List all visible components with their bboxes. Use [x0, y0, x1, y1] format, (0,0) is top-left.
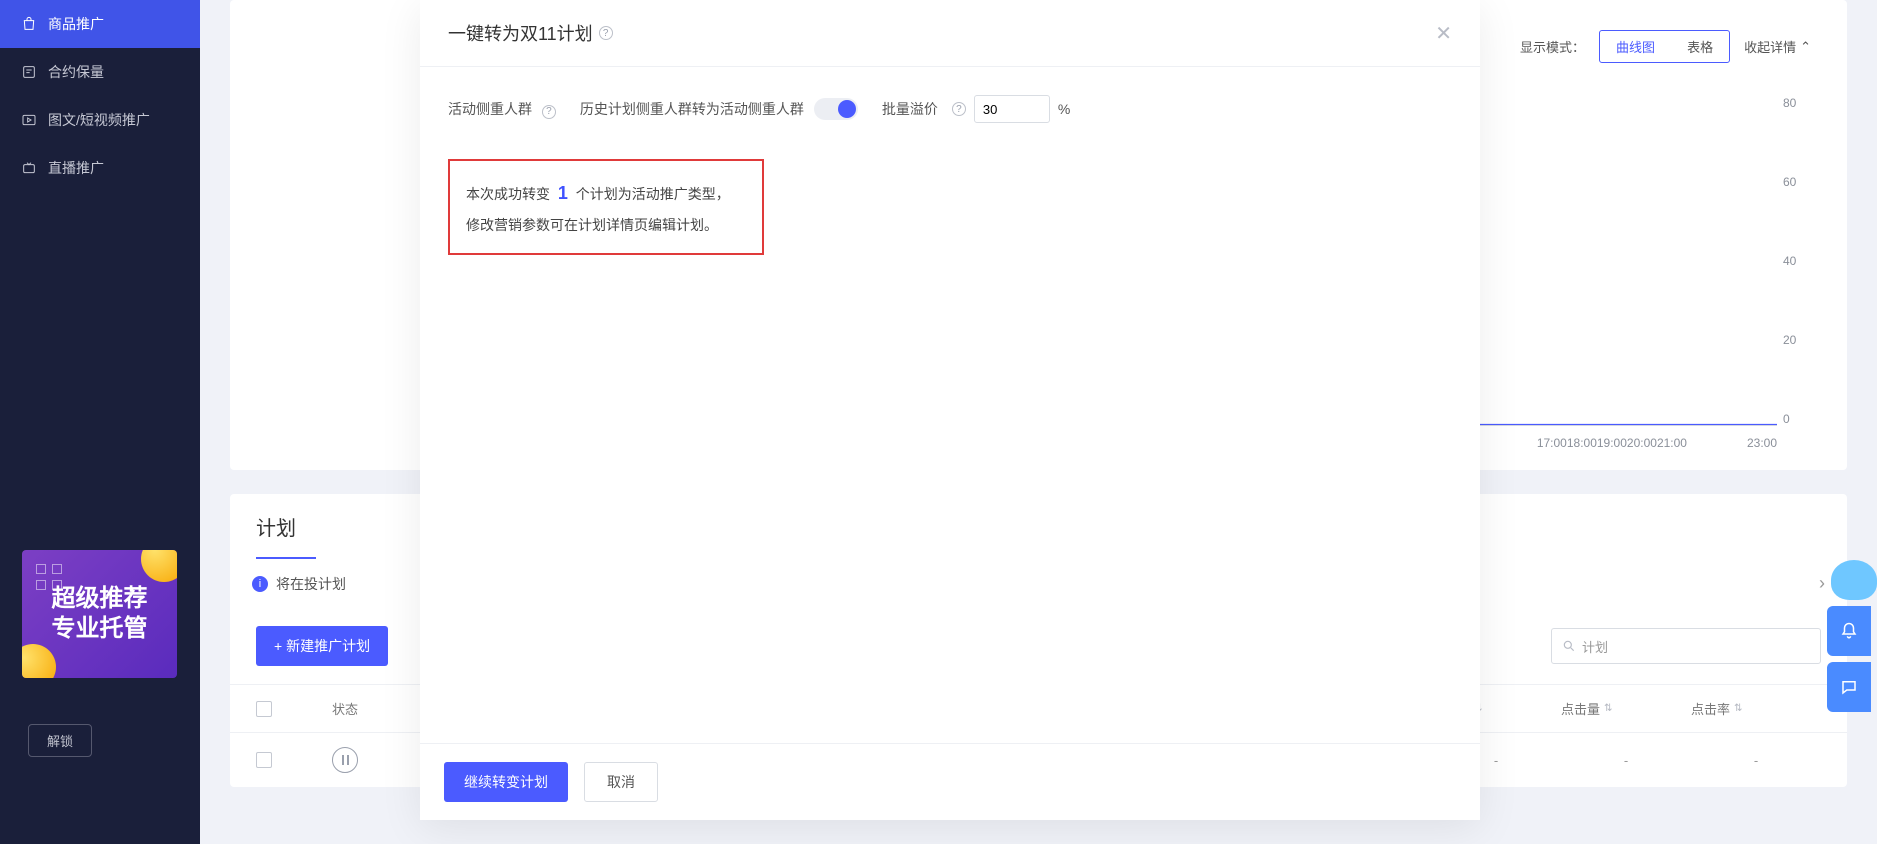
- premium-unit: %: [1058, 101, 1070, 117]
- modal-body: 活动侧重人群 ? 历史计划侧重人群转为活动侧重人群 批量溢价 ? % 本次成功转…: [420, 67, 1480, 743]
- continue-button[interactable]: 继续转变计划: [444, 762, 568, 802]
- help-icon[interactable]: ?: [952, 102, 966, 116]
- modal-header: 一键转为双11计划 ? ✕: [420, 0, 1480, 67]
- result-line-2: 修改营销参数可在计划详情页编辑计划。: [466, 211, 746, 239]
- modal-footer: 继续转变计划 取消: [420, 743, 1480, 820]
- result-highlight-box: 本次成功转变 1 个计划为活动推广类型， 修改营销参数可在计划详情页编辑计划。: [448, 159, 764, 255]
- history-switch[interactable]: [814, 98, 858, 120]
- cancel-button[interactable]: 取消: [584, 762, 658, 802]
- premium-input[interactable]: [974, 95, 1050, 123]
- opt-history: 历史计划侧重人群转为活动侧重人群: [580, 98, 858, 120]
- result-count: 1: [554, 183, 572, 203]
- convert-plan-modal: 一键转为双11计划 ? ✕ 活动侧重人群 ? 历史计划侧重人群转为活动侧重人群 …: [420, 0, 1480, 820]
- help-icon[interactable]: ?: [542, 105, 556, 119]
- modal-options-row: 活动侧重人群 ? 历史计划侧重人群转为活动侧重人群 批量溢价 ? %: [448, 95, 1452, 123]
- premium-group: 批量溢价 ? %: [882, 95, 1070, 123]
- help-icon[interactable]: ?: [599, 26, 613, 40]
- opt-group-label: 活动侧重人群 ?: [448, 99, 556, 119]
- close-icon[interactable]: ✕: [1435, 21, 1452, 46]
- modal-title: 一键转为双11计划: [448, 20, 593, 46]
- result-line-1: 本次成功转变 1 个计划为活动推广类型，: [466, 175, 746, 211]
- premium-label: 批量溢价: [882, 99, 938, 119]
- modal-overlay: 一键转为双11计划 ? ✕ 活动侧重人群 ? 历史计划侧重人群转为活动侧重人群 …: [0, 0, 1877, 844]
- promo-title: 超级推荐 专业托管: [52, 584, 148, 644]
- opt-history-label: 历史计划侧重人群转为活动侧重人群: [580, 99, 804, 119]
